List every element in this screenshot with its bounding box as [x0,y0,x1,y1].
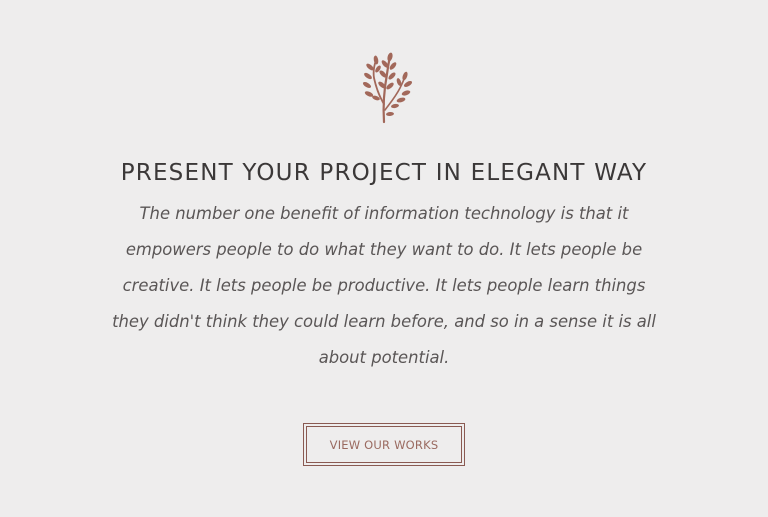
hero-section: PRESENT YOUR PROJECT IN ELEGANT WAY The … [0,0,768,517]
leaf-sprig-icon [354,52,414,126]
view-our-works-button[interactable]: VIEW OUR WORKS [303,423,465,466]
view-our-works-label: VIEW OUR WORKS [306,426,462,463]
section-heading: PRESENT YOUR PROJECT IN ELEGANT WAY [120,160,648,186]
section-description: The number one benefit of information te… [112,204,656,367]
